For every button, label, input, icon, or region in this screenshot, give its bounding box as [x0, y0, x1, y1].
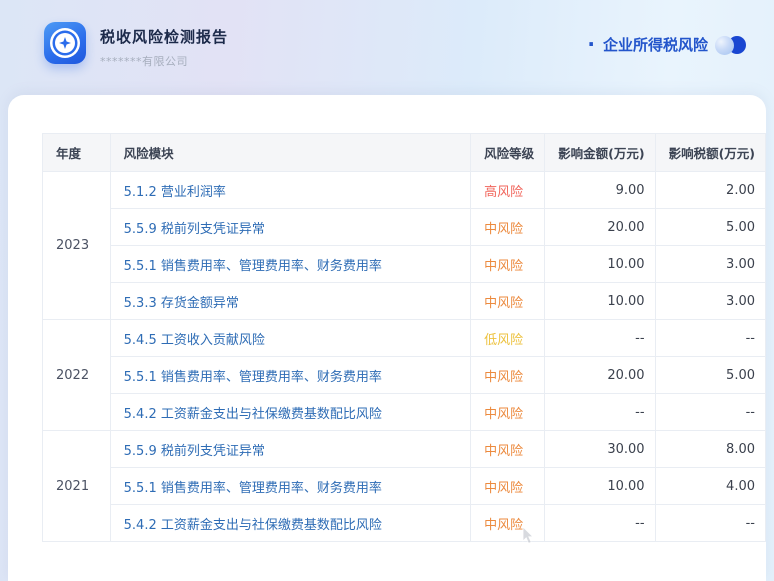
table-row: 20235.1.2 营业利润率高风险9.002.00 — [43, 172, 766, 209]
module-link[interactable]: 5.5.9 税前列支凭证异常 — [110, 431, 470, 468]
mouse-cursor-icon — [522, 527, 536, 545]
year-cell-2022: 2022 — [43, 320, 111, 431]
coin-icon — [55, 33, 75, 53]
module-link[interactable]: 5.4.2 工资薪金支出与社保缴费基数配比风险 — [110, 394, 470, 431]
risk-level-badge: 低风险 — [471, 320, 545, 357]
column-header-4: 影响税额(万元) — [655, 134, 765, 172]
app-header: 税收风险检测报告 *******有限公司 · 企业所得税风险 — [0, 0, 774, 95]
company-name: *******有限公司 — [100, 53, 228, 69]
table-body: 20235.1.2 营业利润率高风险9.002.005.5.9 税前列支凭证异常… — [43, 172, 766, 542]
tab-corporate-income-tax-risk[interactable]: · 企业所得税风险 — [587, 34, 746, 55]
column-header-2: 风险等级 — [471, 134, 545, 172]
year-cell-2023: 2023 — [43, 172, 111, 320]
amount-cell: -- — [545, 320, 655, 357]
module-link[interactable]: 5.4.2 工资薪金支出与社保缴费基数配比风险 — [110, 505, 470, 542]
report-card: 年度风险模块风险等级影响金额(万元)影响税额(万元) 20235.1.2 营业利… — [8, 95, 766, 581]
module-link[interactable]: 5.4.5 工资收入贡献风险 — [110, 320, 470, 357]
amount-cell: -- — [545, 505, 655, 542]
amount-cell: 20.00 — [545, 209, 655, 246]
risk-level-badge: 中风险 — [471, 357, 545, 394]
module-link[interactable]: 5.5.1 销售费用率、管理费用率、财务费用率 — [110, 468, 470, 505]
module-link[interactable]: 5.5.1 销售费用率、管理费用率、财务费用率 — [110, 246, 470, 283]
tab-label: 企业所得税风险 — [603, 34, 708, 55]
report-app-icon — [44, 22, 86, 64]
table-row: 20215.5.9 税前列支凭证异常中风险30.008.00 — [43, 431, 766, 468]
table-row: 20225.4.5 工资收入贡献风险低风险---- — [43, 320, 766, 357]
amount-cell: 10.00 — [545, 246, 655, 283]
risk-level-badge: 中风险 — [471, 431, 545, 468]
table-row: 5.5.1 销售费用率、管理费用率、财务费用率中风险10.003.00 — [43, 246, 766, 283]
risk-table: 年度风险模块风险等级影响金额(万元)影响税额(万元) 20235.1.2 营业利… — [42, 133, 766, 542]
tax-cell: 5.00 — [655, 357, 765, 394]
table-header-row: 年度风险模块风险等级影响金额(万元)影响税额(万元) — [43, 134, 766, 172]
risk-level-badge: 中风险 — [471, 394, 545, 431]
amount-cell: 10.00 — [545, 468, 655, 505]
module-link[interactable]: 5.5.1 销售费用率、管理费用率、财务费用率 — [110, 357, 470, 394]
tax-cell: 4.00 — [655, 468, 765, 505]
table-head: 年度风险模块风险等级影响金额(万元)影响税额(万元) — [43, 134, 766, 172]
coin-star-icon — [59, 37, 72, 50]
column-header-3: 影响金额(万元) — [545, 134, 655, 172]
tax-cell: 2.00 — [655, 172, 765, 209]
table-row: 5.4.2 工资薪金支出与社保缴费基数配比风险中风险---- — [43, 394, 766, 431]
risk-level-badge: 中风险 — [471, 246, 545, 283]
page-title: 税收风险检测报告 — [100, 26, 228, 47]
module-link[interactable]: 5.5.9 税前列支凭证异常 — [110, 209, 470, 246]
amount-cell: 10.00 — [545, 283, 655, 320]
module-link[interactable]: 5.1.2 营业利润率 — [110, 172, 470, 209]
table-row: 5.3.3 存货金额异常中风险10.003.00 — [43, 283, 766, 320]
table-row: 5.5.1 销售费用率、管理费用率、财务费用率中风险10.004.00 — [43, 468, 766, 505]
risk-level-badge: 中风险 — [471, 468, 545, 505]
tax-cell: 5.00 — [655, 209, 765, 246]
tax-cell: -- — [655, 320, 765, 357]
amount-cell: 30.00 — [545, 431, 655, 468]
risk-level-badge: 高风险 — [471, 172, 545, 209]
tab-bullet: · — [587, 37, 595, 52]
column-header-0: 年度 — [43, 134, 111, 172]
table-row: 5.5.1 销售费用率、管理费用率、财务费用率中风险20.005.00 — [43, 357, 766, 394]
tax-cell: 3.00 — [655, 283, 765, 320]
moon-toggle-icon[interactable] — [715, 35, 746, 55]
amount-cell: -- — [545, 394, 655, 431]
tax-cell: -- — [655, 394, 765, 431]
year-cell-2021: 2021 — [43, 431, 111, 542]
table-row: 5.4.2 工资薪金支出与社保缴费基数配比风险中风险---- — [43, 505, 766, 542]
risk-level-badge: 中风险 — [471, 283, 545, 320]
column-header-1: 风险模块 — [110, 134, 470, 172]
amount-cell: 20.00 — [545, 357, 655, 394]
amount-cell: 9.00 — [545, 172, 655, 209]
title-block: 税收风险检测报告 *******有限公司 — [100, 26, 228, 69]
tax-cell: 3.00 — [655, 246, 765, 283]
tax-cell: -- — [655, 505, 765, 542]
tax-cell: 8.00 — [655, 431, 765, 468]
table-row: 5.5.9 税前列支凭证异常中风险20.005.00 — [43, 209, 766, 246]
module-link[interactable]: 5.3.3 存货金额异常 — [110, 283, 470, 320]
risk-level-badge: 中风险 — [471, 209, 545, 246]
